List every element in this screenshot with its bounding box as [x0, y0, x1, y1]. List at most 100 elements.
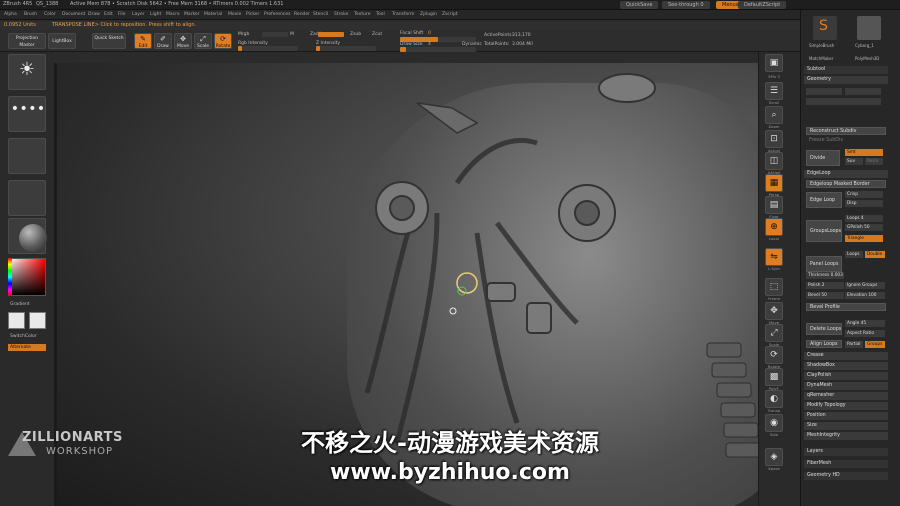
- elevation-slider[interactable]: Elevation 100: [845, 292, 885, 299]
- default-zscript-button[interactable]: DefaultZScript: [738, 1, 787, 9]
- draw-button[interactable]: ✐ Draw: [154, 33, 172, 49]
- floor-button[interactable]: ▤: [765, 196, 783, 214]
- groupsloops-button[interactable]: GroupsLoops: [806, 220, 842, 242]
- reuv-toggle[interactable]: ReUV: [865, 158, 883, 165]
- smt-toggle[interactable]: Smt: [845, 149, 883, 156]
- reconstruct-subdiv-button[interactable]: Reconstruct Subdiv: [806, 127, 886, 135]
- delete-loops-button[interactable]: Delete Loops: [806, 323, 842, 335]
- thickness-slider[interactable]: Thickness 0.003: [806, 272, 844, 279]
- menu-layer[interactable]: Layer: [132, 12, 145, 17]
- menu-zscript[interactable]: Zscript: [442, 12, 458, 17]
- color-picker[interactable]: [8, 258, 46, 296]
- frame-button[interactable]: ⬚: [765, 278, 783, 296]
- switch-color-label[interactable]: SwitchColor: [10, 334, 37, 339]
- move-button[interactable]: ✥ Move: [174, 33, 192, 49]
- menu-render[interactable]: Render: [294, 12, 310, 17]
- ignore-groups-toggle[interactable]: Ignore Groups: [845, 282, 885, 289]
- menu-tool[interactable]: Tool: [376, 12, 385, 17]
- texture-button[interactable]: [8, 180, 46, 216]
- menu-edit[interactable]: Edit: [104, 12, 113, 17]
- draw-size-slider[interactable]: [400, 47, 476, 52]
- align-loops-button[interactable]: Align Loops: [806, 340, 842, 348]
- divide-button[interactable]: Divide: [806, 150, 840, 166]
- bevel-profile-button[interactable]: Bevel Profile: [806, 303, 886, 311]
- edge-loop-button[interactable]: Edge Loop: [806, 192, 842, 208]
- menu-preferences[interactable]: Preferences: [264, 12, 290, 17]
- menu-material[interactable]: Material: [204, 12, 222, 17]
- cyborg-thumb[interactable]: [857, 16, 881, 40]
- menu-color[interactable]: Color: [44, 12, 56, 17]
- material-button[interactable]: [8, 218, 47, 254]
- angle-slider[interactable]: Angle 45: [845, 320, 885, 327]
- sdiv-slider[interactable]: [806, 98, 881, 105]
- transp-button[interactable]: ◐: [765, 390, 783, 408]
- alpha-button[interactable]: [8, 138, 46, 174]
- persp-button[interactable]: ▦: [765, 174, 783, 192]
- double-toggle[interactable]: Double: [865, 251, 885, 258]
- menu-marker[interactable]: Marker: [184, 12, 200, 17]
- zoom-button[interactable]: ⌕: [765, 106, 783, 124]
- bpr-button[interactable]: ▣: [765, 54, 783, 72]
- projection-master-button[interactable]: Projection Master: [8, 33, 46, 49]
- hue-bar[interactable]: [8, 258, 12, 296]
- menu-draw[interactable]: Draw: [88, 12, 100, 17]
- aspect-ratio-slider[interactable]: Aspect Ratio: [845, 330, 885, 337]
- polish-slider[interactable]: Polish 2: [806, 282, 844, 289]
- panel-loops-count[interactable]: Loops: [845, 251, 863, 258]
- zsub-toggle[interactable]: Zsub: [350, 32, 361, 37]
- scale-button[interactable]: ⤢ Scale: [194, 33, 212, 49]
- lsym-button[interactable]: ⇋: [765, 248, 783, 266]
- suv-toggle[interactable]: Suv: [845, 158, 863, 165]
- edgeloop-masked-border-button[interactable]: Edgeloop Masked Border: [806, 180, 886, 188]
- quick-sketch-button[interactable]: Quick Sketch: [92, 33, 126, 49]
- lower-res-button[interactable]: [806, 88, 842, 95]
- geometry-header[interactable]: Geometry: [804, 76, 888, 84]
- loops-slider[interactable]: Loops 4: [845, 215, 883, 222]
- groups-toggle[interactable]: Groups: [865, 341, 885, 348]
- claypolish-header[interactable]: ClayPolish: [804, 372, 888, 380]
- rgb-intensity-slider[interactable]: [238, 46, 298, 51]
- menu-stroke[interactable]: Stroke: [334, 12, 348, 17]
- shadowbox-header[interactable]: ShadowBox: [804, 362, 888, 370]
- menu-stencil[interactable]: Stencil: [313, 12, 328, 17]
- partial-toggle[interactable]: Partial: [845, 341, 863, 348]
- actual-button[interactable]: ⊡: [765, 130, 783, 148]
- crisp-toggle[interactable]: Crisp: [845, 191, 883, 198]
- local-button[interactable]: ⊕: [765, 218, 783, 236]
- higher-res-button[interactable]: [845, 88, 881, 95]
- dynamesh-header[interactable]: DynaMesh: [804, 382, 888, 390]
- menu-file[interactable]: File: [118, 12, 126, 17]
- z-intensity-slider[interactable]: [316, 46, 376, 51]
- disp-slider[interactable]: Disp: [845, 200, 883, 207]
- quicksave-button[interactable]: QuickSave: [620, 1, 659, 9]
- menu-zplugin[interactable]: Zplugin: [420, 12, 437, 17]
- edit-button[interactable]: ✎ Edit: [134, 33, 152, 49]
- move-view-button[interactable]: ✥: [765, 302, 783, 320]
- simplebrush-thumb[interactable]: S: [813, 16, 837, 40]
- rgb-toggle-bar[interactable]: [262, 32, 288, 37]
- gpolish-slider[interactable]: GPolish 50: [845, 224, 883, 231]
- menu-transform[interactable]: Transform: [392, 12, 414, 17]
- menu-texture[interactable]: Texture: [354, 12, 370, 17]
- menu-macro[interactable]: Macro: [166, 12, 180, 17]
- rotate-view-button[interactable]: ⟳: [765, 346, 783, 364]
- rotate-button[interactable]: ⟳ Rotate: [214, 33, 232, 49]
- bevel-slider[interactable]: Bevel 50: [806, 292, 844, 299]
- see-through-slider[interactable]: See-through 0: [662, 1, 710, 9]
- aahalf-button[interactable]: ◫: [765, 152, 783, 170]
- main-color-swatch[interactable]: [8, 312, 25, 329]
- position-header[interactable]: Position: [804, 412, 888, 420]
- stroke-button[interactable]: • • • •: [8, 96, 46, 132]
- modify-topology-header[interactable]: Modify Topology: [804, 402, 888, 410]
- mrgb-toggle[interactable]: Mrgb: [238, 32, 249, 37]
- subtool-header[interactable]: Subtool: [804, 66, 888, 74]
- polyf-button[interactable]: ▩: [765, 368, 783, 386]
- menu-document[interactable]: Document: [62, 12, 85, 17]
- zadd-bar[interactable]: [318, 32, 344, 37]
- menu-light[interactable]: Light: [150, 12, 161, 17]
- panel-loops-button[interactable]: Panel Loops: [806, 256, 842, 272]
- menu-movie[interactable]: Movie: [228, 12, 241, 17]
- brush-button[interactable]: ☀: [8, 54, 46, 90]
- freeze-subdiv-button[interactable]: Freeze SubDiv: [806, 137, 886, 145]
- triangle-toggle[interactable]: Triangle: [845, 235, 883, 242]
